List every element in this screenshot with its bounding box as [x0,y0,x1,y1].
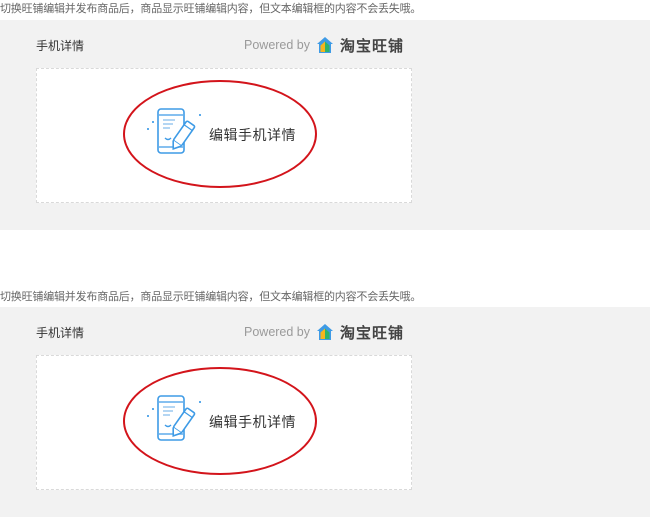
taobao-wangpu-house-icon [317,324,334,340]
edit-mobile-detail-label[interactable]: 编辑手机详情 [209,412,296,432]
edit-mobile-detail-label[interactable]: 编辑手机详情 [209,125,296,145]
powered-by-label: Powered by [244,325,311,339]
mobile-detail-panel: 手机详情 Powered by 淘宝旺铺 编辑手机详情 [0,20,650,230]
taobao-wangpu-house-icon [317,37,334,53]
edit-mobile-detail-area[interactable]: 编辑手机详情 [36,68,412,203]
edit-mobile-detail-area[interactable]: 编辑手机详情 [36,355,412,490]
powered-by-brand: Powered by 淘宝旺铺 [244,322,404,342]
notice-text: 切换旺铺编辑并发布商品后，商品显示旺铺编辑内容，但文本编辑框的内容不会丢失哦。 [0,2,422,15]
notice-text: 切换旺铺编辑并发布商品后，商品显示旺铺编辑内容，但文本编辑框的内容不会丢失哦。 [0,290,422,303]
mobile-detail-panel: 手机详情 Powered by 淘宝旺铺 编辑手机详情 [0,307,650,517]
panel-title: 手机详情 [36,39,85,53]
panel-title: 手机详情 [36,326,85,340]
brand-name: 淘宝旺铺 [340,323,405,342]
phone-edit-icon[interactable] [143,392,205,444]
brand-name: 淘宝旺铺 [340,36,405,55]
powered-by-brand: Powered by 淘宝旺铺 [244,35,404,55]
powered-by-label: Powered by [244,38,311,52]
phone-edit-icon[interactable] [143,105,205,157]
